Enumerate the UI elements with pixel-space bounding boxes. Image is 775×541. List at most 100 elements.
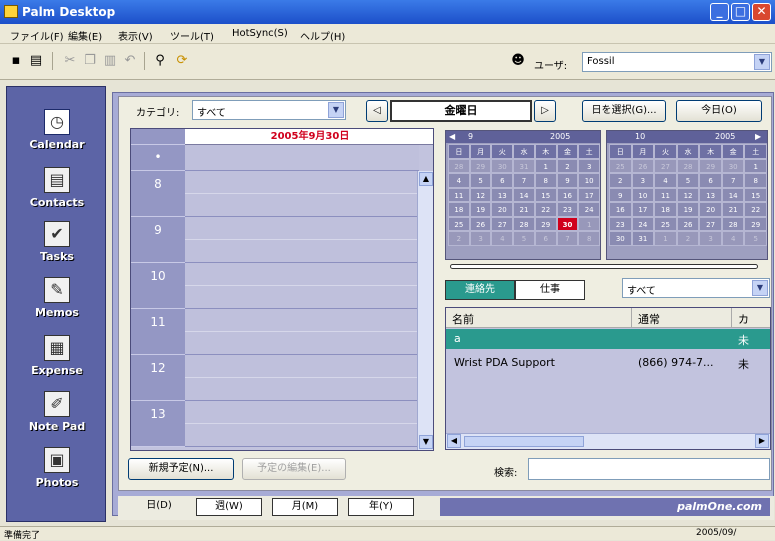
tab-day[interactable]: 日(D) [126,498,192,516]
calendar-day[interactable]: 4 [654,173,677,188]
table-row[interactable]: Wrist PDA Support (866) 974-7... 未 [446,353,770,373]
scroll-thumb[interactable] [464,436,584,447]
column-header-category[interactable]: カ [732,308,770,328]
menu-help[interactable]: ヘルプ(H) [300,28,345,43]
calendar-day[interactable]: 25 [654,216,677,231]
calendar-day[interactable]: 21 [721,202,745,217]
calendar-day[interactable]: 26 [469,216,492,231]
next-month-icon[interactable]: ▶ [755,132,761,141]
time-slot[interactable] [185,309,419,355]
calendar-day[interactable]: 7 [721,173,745,188]
calendar-day[interactable]: 5 [513,231,535,246]
time-slot[interactable] [185,355,419,401]
calendar-day[interactable]: 1 [744,158,768,173]
calendar-day[interactable]: 27 [491,216,514,231]
tab-month[interactable]: 月(M) [272,498,338,516]
calendar-day[interactable]: 30 [609,231,632,246]
calendar-day[interactable]: 16 [556,187,579,202]
calendar-day[interactable]: 3 [631,173,655,188]
calendar-day[interactable]: 18 [654,202,677,217]
calendar-day[interactable]: 6 [491,173,514,188]
calendar-day[interactable]: 3 [469,231,492,246]
find-icon[interactable]: ⚲ [152,53,168,69]
calendar-day[interactable]: 16 [609,202,632,217]
calendar-day[interactable]: 9 [556,173,579,188]
close-button[interactable]: ✕ [752,3,771,21]
calendar-day[interactable]: 27 [654,158,677,173]
contacts-hscrollbar[interactable]: ◀ ▶ [446,433,770,449]
calendar-day[interactable]: 7 [513,173,535,188]
new-event-button[interactable]: 新規予定(N)... [128,458,234,480]
calendar-day[interactable]: 14 [721,187,745,202]
save-icon[interactable]: ▪ [8,53,24,69]
contact-filter-select[interactable]: すべて ▼ [622,278,770,298]
search-input[interactable] [528,458,770,480]
menu-view[interactable]: 表示(V) [118,28,153,43]
calendar-day[interactable]: 31 [513,158,535,173]
calendar-day[interactable]: 2 [676,231,700,246]
tab-year[interactable]: 年(Y) [348,498,414,516]
maximize-button[interactable]: □ [731,3,750,21]
calendar-day[interactable]: 29 [699,158,722,173]
calendar-day[interactable]: 3 [699,231,722,246]
sidebar-item-photos[interactable]: ▣ Photos [7,447,107,489]
calendar-day[interactable]: 7 [556,231,579,246]
calendar-day[interactable]: 6 [534,231,557,246]
tab-business[interactable]: 仕事 [515,280,585,300]
calendar-day[interactable]: 11 [448,187,470,202]
sidebar-item-note-pad[interactable]: ✐ Note Pad [7,391,107,433]
select-day-button[interactable]: 日を選択(G)... [582,100,666,122]
menu-edit[interactable]: 編集(E) [68,28,102,43]
splitter[interactable] [450,264,758,269]
calendar-day[interactable]: 20 [699,202,722,217]
calendar-day[interactable]: 28 [676,158,700,173]
calendar-day[interactable]: 15 [534,187,557,202]
calendar-day[interactable]: 5 [744,231,768,246]
sidebar-item-expense[interactable]: ▦ Expense [7,335,107,377]
time-slot[interactable] [185,401,419,447]
calendar-day[interactable]: 30 [721,158,745,173]
calendar-day[interactable]: 23 [556,202,579,217]
calendar-day[interactable]: 19 [469,202,492,217]
calendar-day[interactable]: 22 [744,202,768,217]
calendar-day[interactable]: 4 [448,173,470,188]
time-slot[interactable] [185,217,419,263]
cut-icon[interactable]: ✂ [62,53,78,69]
prev-day-button[interactable]: ◁ [366,100,388,122]
copy-icon[interactable]: ❐ [82,53,98,69]
calendar-day[interactable]: 25 [609,158,632,173]
scroll-down-icon[interactable]: ▼ [419,435,433,449]
calendar-day[interactable]: 1 [578,216,601,231]
sidebar-item-tasks[interactable]: ✔ Tasks [7,221,107,263]
calendar-day[interactable]: 8 [534,173,557,188]
menu-hotsync[interactable]: HotSync(S) [232,28,288,39]
time-slot[interactable] [185,171,419,217]
calendar-day[interactable]: 15 [744,187,768,202]
next-day-button[interactable]: ▷ [534,100,556,122]
user-select[interactable]: Fossil ▼ [582,52,772,72]
column-header-phone[interactable]: 通常 [632,308,732,328]
time-slot[interactable] [185,145,419,171]
calendar-day[interactable]: 30 [556,216,579,231]
calendar-day[interactable]: 10 [631,187,655,202]
calendar-day[interactable]: 14 [513,187,535,202]
tab-contacts[interactable]: 連絡先 [445,280,515,300]
calendar-day[interactable]: 29 [744,216,768,231]
calendar-day[interactable]: 17 [631,202,655,217]
calendar-day[interactable]: 2 [556,158,579,173]
edit-event-button[interactable]: 予定の編集(E)... [242,458,346,480]
prev-month-icon[interactable]: ◀ [449,132,455,141]
sidebar-item-calendar[interactable]: ◷ Calendar [7,109,107,151]
calendar-day[interactable]: 13 [491,187,514,202]
menu-file[interactable]: ファイル(F) [10,28,64,43]
calendar-day[interactable]: 5 [469,173,492,188]
calendar-day[interactable]: 3 [578,158,601,173]
calendar-day[interactable]: 28 [448,158,470,173]
calendar-day[interactable]: 31 [631,231,655,246]
calendar-day[interactable]: 27 [699,216,722,231]
calendar-day[interactable]: 28 [513,216,535,231]
calendar-day[interactable]: 19 [676,202,700,217]
calendar-day[interactable]: 2 [609,173,632,188]
calendar-day[interactable]: 29 [469,158,492,173]
calendar-day[interactable]: 17 [578,187,601,202]
